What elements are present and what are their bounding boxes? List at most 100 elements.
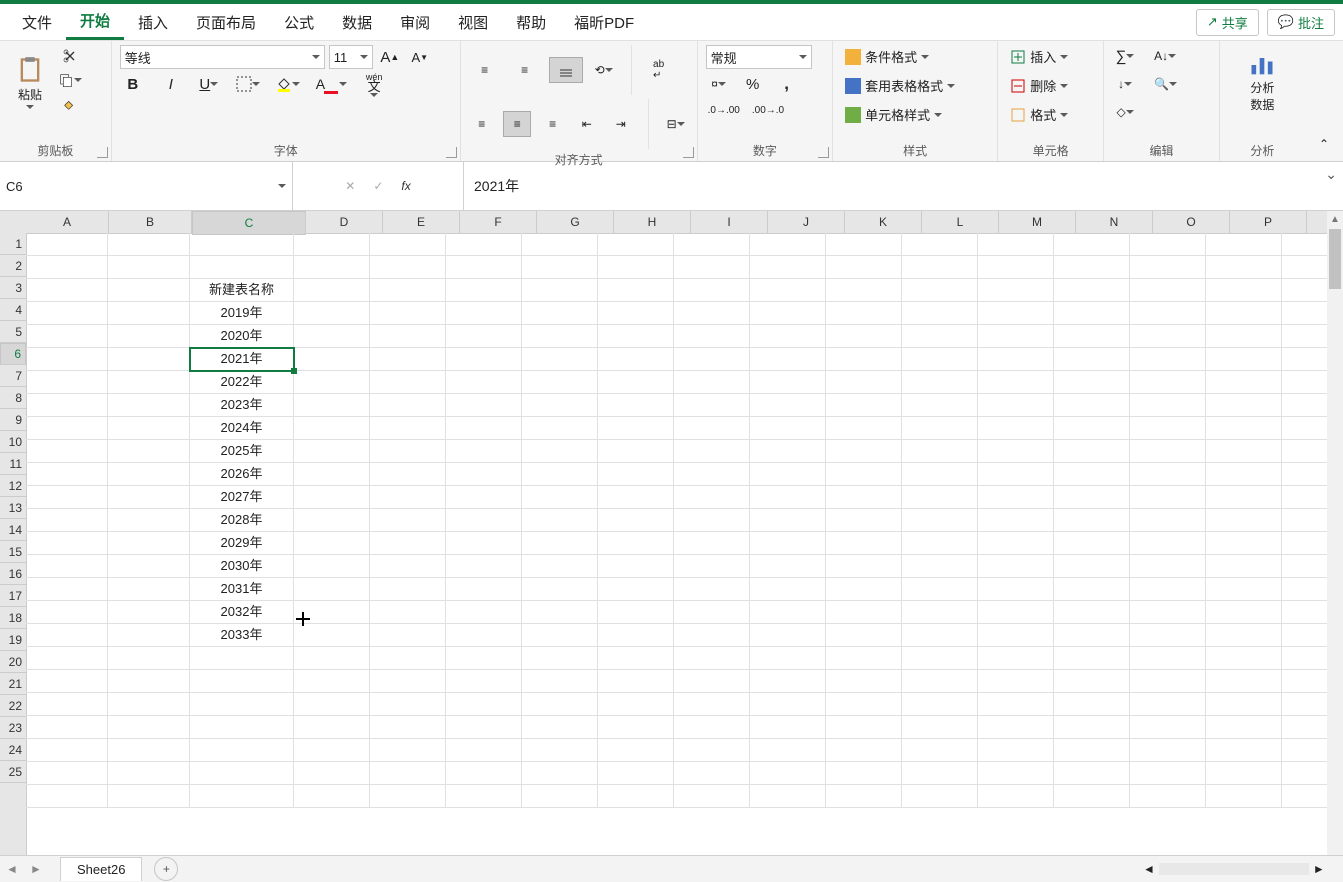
row-header-2[interactable]: 2 bbox=[0, 255, 26, 277]
cell-C5[interactable]: 2020年 bbox=[190, 325, 294, 347]
merge-button[interactable]: ⊟ bbox=[663, 113, 689, 135]
align-left-button[interactable]: ≡ bbox=[469, 112, 495, 136]
col-header-H[interactable]: H bbox=[614, 211, 691, 233]
scroll-thumb[interactable] bbox=[1329, 229, 1341, 289]
col-header-I[interactable]: I bbox=[691, 211, 768, 233]
name-box[interactable]: C6 bbox=[0, 162, 293, 210]
col-header-N[interactable]: N bbox=[1076, 211, 1153, 233]
row-header-20[interactable]: 20 bbox=[0, 651, 26, 673]
cancel-formula-icon[interactable]: ✕ bbox=[345, 179, 355, 193]
menu-view[interactable]: 视图 bbox=[444, 6, 502, 39]
col-header-K[interactable]: K bbox=[845, 211, 922, 233]
format-cells-button[interactable]: 格式 bbox=[1006, 103, 1095, 126]
decrease-font-button[interactable]: A▼ bbox=[407, 46, 433, 68]
row-header-9[interactable]: 9 bbox=[0, 409, 26, 431]
align-bottom-button[interactable] bbox=[549, 57, 583, 83]
cell-C11[interactable]: 2026年 bbox=[190, 463, 294, 485]
delete-cells-button[interactable]: 删除 bbox=[1006, 74, 1095, 97]
clear-button[interactable]: ◇ bbox=[1112, 101, 1138, 123]
clipboard-dialog-launcher[interactable] bbox=[97, 147, 108, 158]
col-header-G[interactable]: G bbox=[537, 211, 614, 233]
row-header-10[interactable]: 10 bbox=[0, 431, 26, 453]
row-header-15[interactable]: 15 bbox=[0, 541, 26, 563]
scroll-left-icon[interactable]: ◄ bbox=[1143, 862, 1155, 876]
comma-button[interactable]: , bbox=[774, 73, 800, 95]
row-header-11[interactable]: 11 bbox=[0, 453, 26, 475]
fx-icon[interactable]: fx bbox=[401, 179, 410, 193]
menu-data[interactable]: 数据 bbox=[328, 6, 386, 39]
row-header-14[interactable]: 14 bbox=[0, 519, 26, 541]
cell-C14[interactable]: 2029年 bbox=[190, 532, 294, 554]
col-header-A[interactable]: A bbox=[26, 211, 109, 233]
row-header-7[interactable]: 7 bbox=[0, 365, 26, 387]
menu-review[interactable]: 审阅 bbox=[386, 6, 444, 39]
col-header-L[interactable]: L bbox=[922, 211, 999, 233]
orientation-button[interactable]: ⟲ bbox=[591, 59, 617, 81]
decrease-decimal-button[interactable]: .00→.0 bbox=[750, 99, 786, 121]
cell-C15[interactable]: 2030年 bbox=[190, 555, 294, 577]
horizontal-scrollbar[interactable]: ◄ ► bbox=[1143, 862, 1343, 876]
border-button[interactable] bbox=[234, 73, 262, 95]
menu-home[interactable]: 开始 bbox=[66, 4, 124, 40]
format-painter-button[interactable] bbox=[56, 93, 84, 115]
analyze-data-button[interactable]: 分析数据 bbox=[1240, 45, 1284, 119]
row-header-16[interactable]: 16 bbox=[0, 563, 26, 585]
menu-formula[interactable]: 公式 bbox=[270, 6, 328, 39]
col-header-E[interactable]: E bbox=[383, 211, 460, 233]
currency-button[interactable]: ¤ bbox=[706, 73, 732, 95]
cell-C13[interactable]: 2028年 bbox=[190, 509, 294, 531]
cell-C17[interactable]: 2032年 bbox=[190, 601, 294, 623]
menu-insert[interactable]: 插入 bbox=[124, 6, 182, 39]
decrease-indent-button[interactable]: ⇤ bbox=[574, 113, 600, 135]
enter-formula-icon[interactable]: ✓ bbox=[373, 179, 383, 193]
find-button[interactable]: 🔍 bbox=[1152, 73, 1179, 95]
row-header-23[interactable]: 23 bbox=[0, 717, 26, 739]
percent-button[interactable]: % bbox=[740, 73, 766, 95]
expand-formula-icon[interactable]: ⌄ bbox=[1325, 166, 1337, 183]
row-header-19[interactable]: 19 bbox=[0, 629, 26, 651]
cell-C6[interactable]: 2021年 bbox=[190, 348, 294, 370]
pinyin-button[interactable]: wén文 bbox=[361, 73, 387, 95]
sheet-tab[interactable]: Sheet26 bbox=[60, 857, 142, 881]
align-middle-button[interactable]: ≡ bbox=[509, 58, 541, 82]
autosum-button[interactable]: ∑ bbox=[1112, 45, 1138, 67]
increase-indent-button[interactable]: ⇥ bbox=[608, 113, 634, 135]
align-right-button[interactable]: ≡ bbox=[539, 112, 565, 136]
row-header-12[interactable]: 12 bbox=[0, 475, 26, 497]
row-header-24[interactable]: 24 bbox=[0, 739, 26, 761]
cell-grid[interactable]: 新建表名称2019年2020年2021年2022年2023年2024年2025年… bbox=[26, 233, 1327, 882]
row-header-5[interactable]: 5 bbox=[0, 321, 26, 343]
insert-cells-button[interactable]: 插入 bbox=[1006, 45, 1095, 68]
menu-file[interactable]: 文件 bbox=[8, 6, 66, 39]
cut-button[interactable] bbox=[56, 45, 84, 67]
cell-C8[interactable]: 2023年 bbox=[190, 394, 294, 416]
number-dialog-launcher[interactable] bbox=[818, 147, 829, 158]
cell-C10[interactable]: 2025年 bbox=[190, 440, 294, 462]
row-header-3[interactable]: 3 bbox=[0, 277, 26, 299]
collapse-ribbon-button[interactable]: ⌃ bbox=[1311, 133, 1337, 155]
increase-font-button[interactable]: A▲ bbox=[377, 46, 403, 68]
row-header-8[interactable]: 8 bbox=[0, 387, 26, 409]
cell-C16[interactable]: 2031年 bbox=[190, 578, 294, 600]
menu-foxit[interactable]: 福昕PDF bbox=[560, 6, 648, 39]
format-as-table-button[interactable]: 套用表格格式 bbox=[841, 74, 989, 97]
col-header-F[interactable]: F bbox=[460, 211, 537, 233]
select-all-corner[interactable] bbox=[0, 211, 27, 234]
row-header-6[interactable]: 6 bbox=[0, 343, 26, 365]
font-size-select[interactable]: 11 bbox=[329, 45, 373, 69]
row-header-21[interactable]: 21 bbox=[0, 673, 26, 695]
add-sheet-button[interactable]: + bbox=[154, 857, 178, 881]
cell-C9[interactable]: 2024年 bbox=[190, 417, 294, 439]
tab-nav-next[interactable]: ► bbox=[24, 862, 48, 876]
col-header-J[interactable]: J bbox=[768, 211, 845, 233]
row-header-1[interactable]: 1 bbox=[0, 233, 26, 255]
scroll-up-icon[interactable]: ▲ bbox=[1327, 211, 1343, 227]
row-header-4[interactable]: 4 bbox=[0, 299, 26, 321]
align-top-button[interactable]: ≡ bbox=[469, 58, 501, 82]
font-color-button[interactable]: A bbox=[314, 73, 349, 95]
row-header-13[interactable]: 13 bbox=[0, 497, 26, 519]
col-header-P[interactable]: P bbox=[1230, 211, 1307, 233]
col-header-O[interactable]: O bbox=[1153, 211, 1230, 233]
underline-button[interactable]: U bbox=[196, 73, 222, 95]
share-button[interactable]: ↗共享 bbox=[1196, 9, 1259, 36]
